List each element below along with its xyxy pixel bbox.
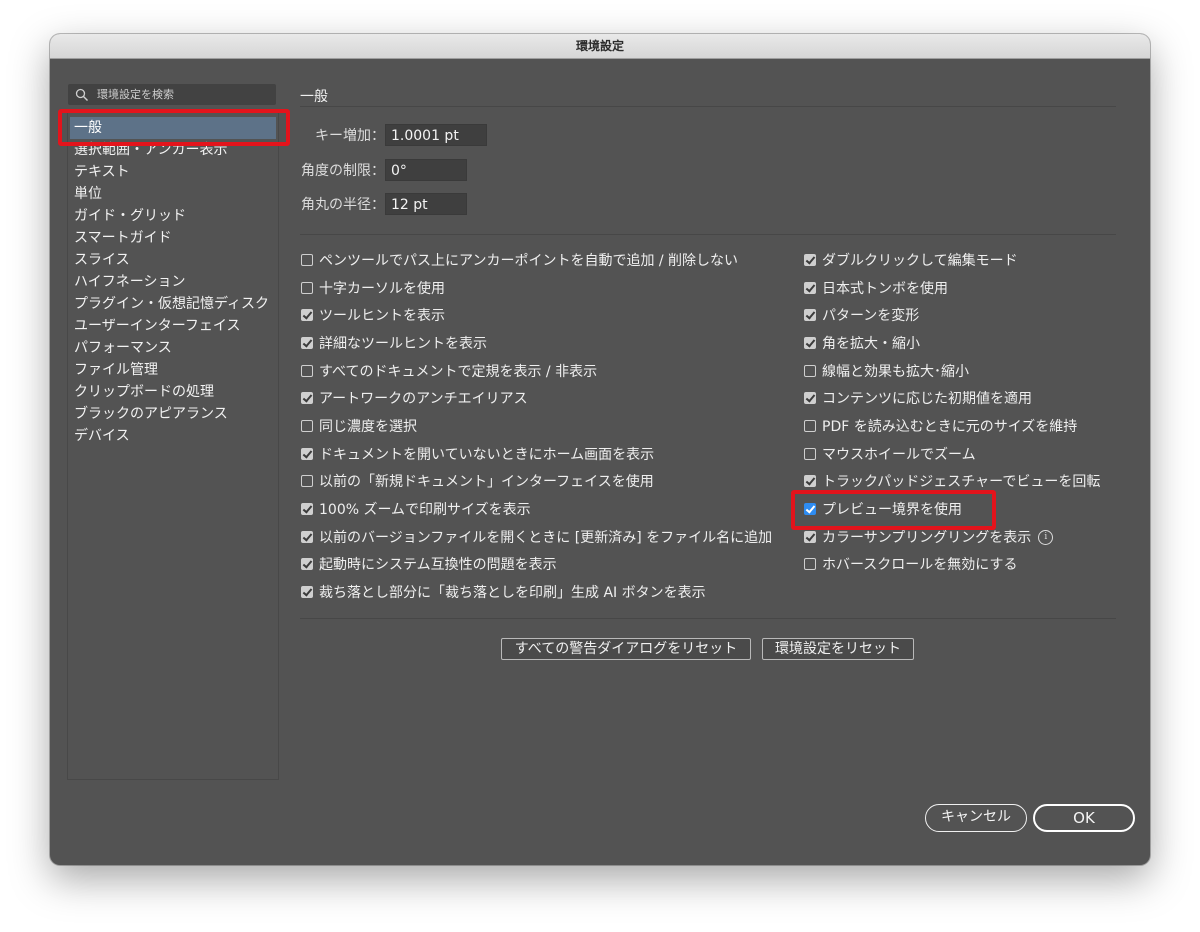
check-append-converted[interactable]: 以前のバージョンファイルを開くときに [更新済み] をファイル名に追加 [301, 527, 772, 547]
angle-constrain-label: 角度の制限： [301, 163, 385, 179]
checkbox-box[interactable] [804, 254, 816, 266]
check-color-sampling-ring[interactable]: カラーサンプリングリングを表示 i [804, 527, 1054, 547]
angle-constrain-input[interactable]: 0° [385, 159, 467, 181]
check-content-aware-defaults[interactable]: コンテンツに応じた初期値を適用 [804, 388, 1032, 408]
checkbox-box[interactable] [804, 448, 816, 460]
checkbox-box[interactable] [804, 365, 816, 377]
preferences-search[interactable] [68, 84, 276, 105]
checkbox-box[interactable] [301, 282, 313, 294]
check-legacy-new-document[interactable]: 以前の「新規ドキュメント」インターフェイスを使用 [301, 471, 654, 491]
checkbox-box[interactable] [804, 337, 816, 349]
divider [300, 234, 1116, 235]
reset-warnings-button[interactable]: すべての警告ダイアログをリセット [501, 638, 751, 660]
checkbox-box[interactable] [804, 392, 816, 404]
sidebar-item-text[interactable]: テキスト [74, 161, 274, 183]
checkbox-box[interactable] [804, 558, 816, 570]
checkbox-box[interactable] [301, 254, 313, 266]
checkbox-box[interactable] [301, 448, 313, 460]
check-anti-aliased-artwork[interactable]: アートワークのアンチエイリアス [301, 388, 528, 408]
checkbox-box[interactable] [301, 337, 313, 349]
cancel-button[interactable]: キャンセル [925, 804, 1027, 832]
sidebar-item-black-appearance[interactable]: ブラックのアピアランス [74, 403, 274, 425]
key-increment-label: キー増加： [315, 128, 385, 144]
sidebar-item-user-interface[interactable]: ユーザーインターフェイス [74, 315, 274, 337]
checkbox-box[interactable] [804, 503, 816, 515]
check-japanese-crop-marks[interactable]: 日本式トンボを使用 [804, 278, 948, 298]
sidebar-item-smart-guides[interactable]: スマートガイド [74, 227, 274, 249]
check-pdf-original-size[interactable]: PDF を読み込むときに元のサイズを維持 [804, 416, 1077, 436]
check-scale-corners[interactable]: 角を拡大・縮小 [804, 333, 920, 353]
checkbox-box[interactable] [301, 309, 313, 321]
check-compatibility-issues[interactable]: 起動時にシステム互換性の問題を表示 [301, 554, 557, 574]
checkbox-box[interactable] [804, 282, 816, 294]
checkbox-box[interactable] [301, 586, 313, 598]
corner-radius-input[interactable]: 12 pt [385, 193, 467, 215]
check-rulers-all-docs[interactable]: すべてのドキュメントで定規を表示 / 非表示 [301, 361, 597, 381]
checkbox-box[interactable] [301, 503, 313, 515]
checkbox-box[interactable] [804, 309, 816, 321]
check-zoom-scroll-wheel[interactable]: マウスホイールでズーム [804, 444, 976, 464]
check-rich-tool-tips[interactable]: 詳細なツールヒントを表示 [301, 333, 487, 353]
window-title: 環境設定 [50, 34, 1150, 59]
checkbox-box[interactable] [301, 558, 313, 570]
search-input[interactable] [97, 88, 267, 101]
check-tool-tips[interactable]: ツールヒントを表示 [301, 305, 445, 325]
sidebar-item-plugins[interactable]: プラグイン・仮想記憶ディスク [74, 293, 274, 315]
check-select-same-tint[interactable]: 同じ濃度を選択 [301, 416, 417, 436]
checkbox-box[interactable] [301, 531, 313, 543]
check-scale-strokes-effects[interactable]: 線幅と効果も拡大･縮小 [804, 361, 969, 381]
checkbox-box[interactable] [301, 392, 313, 404]
reset-preferences-button[interactable]: 環境設定をリセット [762, 638, 914, 660]
checkbox-box[interactable] [301, 365, 313, 377]
check-preview-bounds[interactable]: プレビュー境界を使用 [804, 499, 962, 519]
checkbox-box[interactable] [804, 531, 816, 543]
preferences-dialog: 環境設定 一般 選択範囲・アンカー表示 テキスト 単位 ガイド・グリッド スマー… [50, 34, 1150, 865]
checkbox-box[interactable] [804, 475, 816, 487]
corner-radius-label: 角丸の半径： [301, 197, 385, 213]
sidebar-item-devices[interactable]: デバイス [74, 425, 274, 447]
section-title: 一般 [300, 89, 328, 105]
sidebar-item-hyphenation[interactable]: ハイフネーション [74, 271, 274, 293]
checkbox-box[interactable] [804, 420, 816, 432]
divider [300, 106, 1116, 107]
sidebar-item-clipboard[interactable]: クリップボードの処理 [74, 381, 274, 403]
check-precise-cursors[interactable]: 十字カーソルを使用 [301, 278, 445, 298]
check-double-click-isolate[interactable]: ダブルクリックして編集モード [804, 250, 1018, 270]
check-disable-hover-scroll[interactable]: ホバースクロールを無効にする [804, 554, 1017, 574]
sidebar-item-selection[interactable]: 選択範囲・アンカー表示 [74, 139, 274, 161]
sidebar-item-general[interactable]: 一般 [70, 117, 276, 139]
category-list: 一般 選択範囲・アンカー表示 テキスト 単位 ガイド・グリッド スマートガイド … [67, 110, 279, 780]
sidebar-item-file-handling[interactable]: ファイル管理 [74, 359, 274, 381]
info-icon[interactable]: i [1038, 529, 1054, 545]
check-print-size-100[interactable]: 100% ズームで印刷サイズを表示 [301, 499, 531, 519]
checkbox-box[interactable] [301, 475, 313, 487]
ok-button[interactable]: OK [1033, 804, 1135, 832]
sidebar-item-slices[interactable]: スライス [74, 249, 274, 271]
sidebar-item-performance[interactable]: パフォーマンス [74, 337, 274, 359]
check-generative-bleed[interactable]: 裁ち落とし部分に「裁ち落としを印刷」生成 AI ボタンを表示 [301, 582, 706, 602]
check-trackpad-rotate[interactable]: トラックパッドジェスチャーでビューを回転 [804, 471, 1100, 491]
sidebar-item-units[interactable]: 単位 [74, 183, 274, 205]
checkbox-box[interactable] [301, 420, 313, 432]
check-transform-patterns[interactable]: パターンを変形 [804, 305, 919, 325]
divider [300, 618, 1116, 619]
check-home-screen[interactable]: ドキュメントを開いていないときにホーム画面を表示 [301, 444, 654, 464]
search-icon [75, 88, 88, 101]
key-increment-input[interactable]: 1.0001 pt [385, 124, 487, 146]
check-pen-auto-add[interactable]: ペンツールでパス上にアンカーポイントを自動で追加 / 削除しない [301, 250, 738, 270]
sidebar-item-guides[interactable]: ガイド・グリッド [74, 205, 274, 227]
